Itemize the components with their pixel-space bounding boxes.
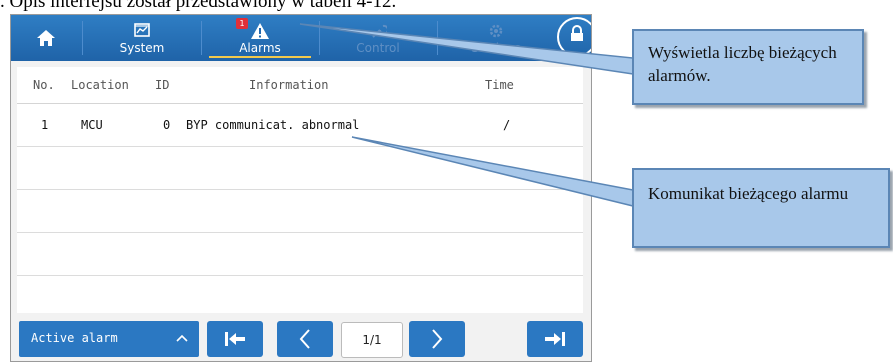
chart-monitor-icon — [133, 21, 151, 41]
alarm-filter-select[interactable]: Active alarm — [19, 321, 199, 357]
lock-icon — [571, 25, 583, 41]
last-page-button[interactable] — [527, 321, 583, 357]
table-row-empty — [17, 233, 583, 276]
cell-location: MCU — [81, 118, 103, 132]
warning-icon — [250, 21, 270, 41]
tab-system-label: System — [119, 41, 165, 55]
table-header: No. Location ID Information Time — [17, 67, 583, 104]
cell-id: 0 — [163, 118, 171, 132]
header-no: No. — [33, 78, 55, 92]
alarm-table: No. Location ID Information Time 1 MCU 0… — [17, 67, 583, 313]
bottom-bar: Active alarm 1/1 — [11, 317, 591, 361]
header-information: Information — [249, 78, 329, 92]
tab-alarms-label: Alarms — [239, 41, 281, 55]
table-row-empty — [17, 147, 583, 190]
callout-alarm-count: Wyświetla liczbę bieżących alarmów. — [632, 29, 864, 105]
header-id: ID — [155, 78, 170, 92]
chevron-left-icon — [299, 329, 310, 349]
tab-control-label: Control — [356, 41, 400, 55]
last-page-icon — [545, 332, 565, 346]
previous-page-button[interactable] — [277, 321, 333, 357]
table-row-empty — [17, 276, 583, 318]
ups-screen: System Alarms 1 Control Settings No. Loc… — [10, 14, 592, 362]
alarm-count-badge: 1 — [236, 18, 248, 29]
chevron-right-icon — [432, 329, 443, 349]
tab-system[interactable]: System — [83, 15, 201, 61]
lock-button[interactable] — [557, 17, 591, 57]
cell-information: BYP communicat. abnormal — [186, 118, 360, 132]
header-time: Time — [485, 78, 514, 92]
next-page-button[interactable] — [409, 321, 465, 357]
gear-icon — [487, 21, 505, 41]
chevron-up-icon — [175, 329, 189, 350]
tab-settings-label: Settings — [471, 41, 521, 55]
tab-control[interactable]: Control — [319, 15, 437, 61]
first-page-icon — [225, 332, 245, 346]
cell-time: / — [503, 118, 511, 132]
tab-home[interactable] — [11, 15, 81, 61]
first-page-button[interactable] — [207, 321, 263, 357]
top-tab-bar: System Alarms 1 Control Settings — [11, 15, 591, 61]
home-icon — [35, 28, 57, 48]
alarm-filter-label: Active alarm — [31, 331, 118, 345]
wrench-icon — [369, 21, 387, 41]
tab-alarms[interactable]: Alarms — [201, 15, 319, 61]
active-tab-indicator — [209, 56, 311, 58]
cell-no: 1 — [41, 118, 49, 132]
callout-alarm-message: Komunikat bieżącego alarmu — [632, 168, 890, 248]
page-indicator: 1/1 — [341, 322, 403, 358]
table-row-empty — [17, 190, 583, 233]
table-row[interactable]: 1 MCU 0 BYP communicat. abnormal / — [17, 104, 583, 147]
document-caption: . Opis interfejsu został przedstawiony w… — [0, 0, 397, 12]
tab-settings[interactable]: Settings — [437, 15, 555, 61]
header-location: Location — [71, 78, 129, 92]
